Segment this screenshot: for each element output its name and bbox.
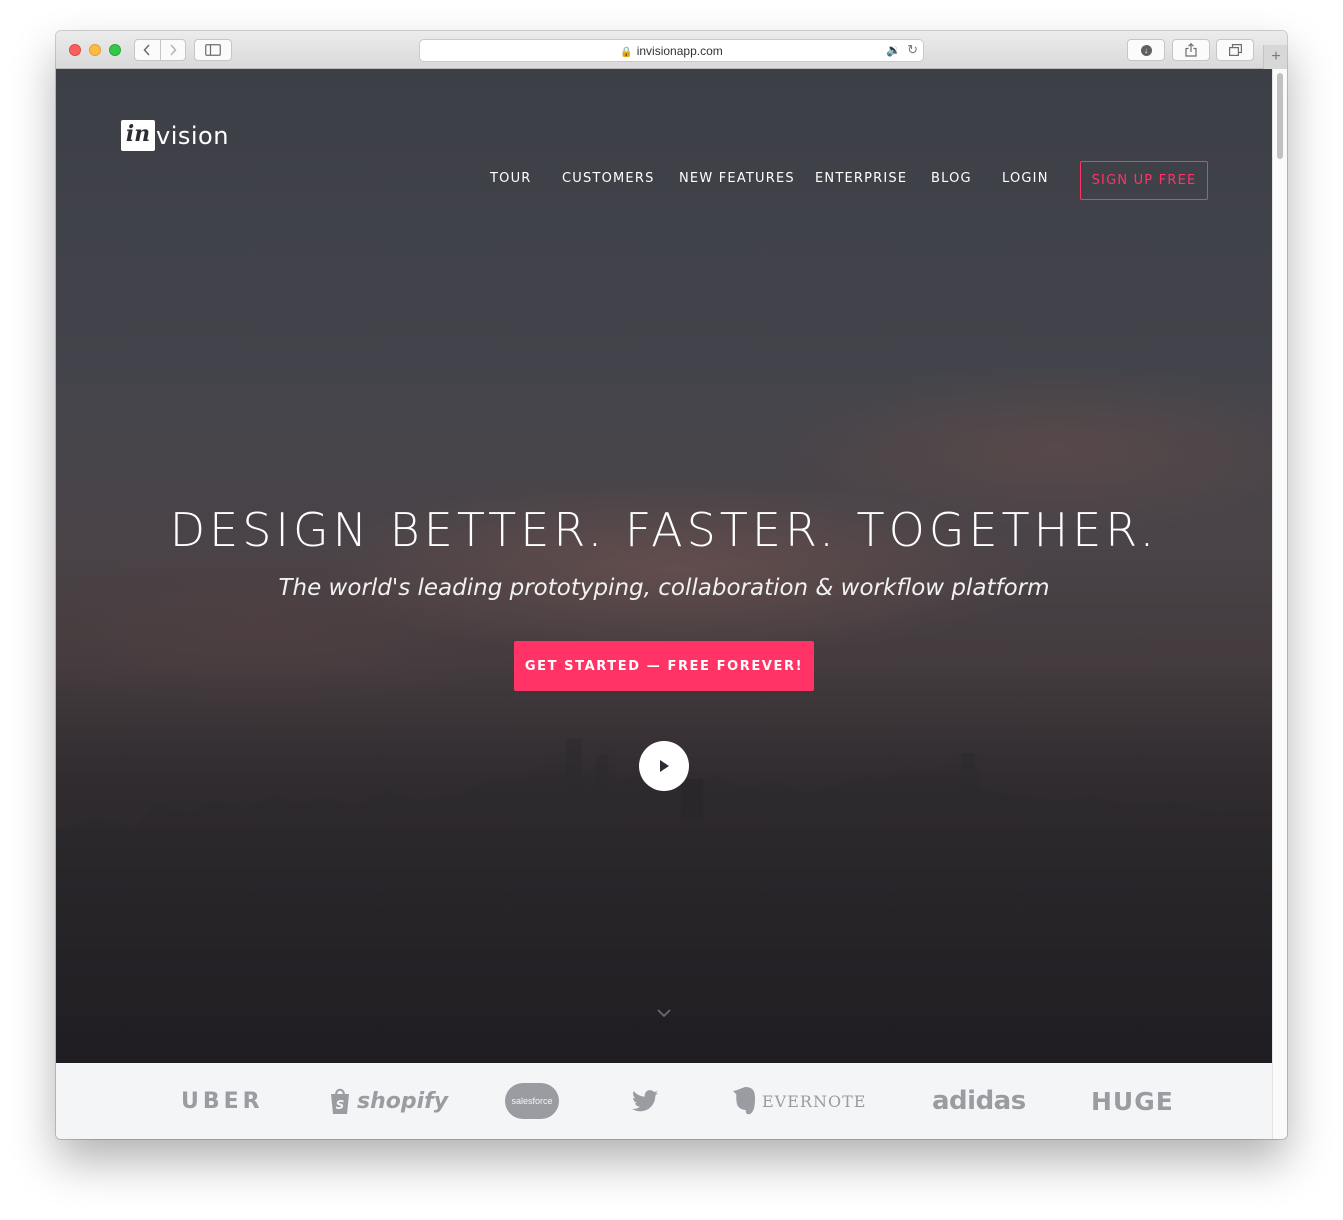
url-display: 🔒 invisionapp.com xyxy=(420,44,923,58)
play-video-button[interactable] xyxy=(639,741,689,791)
reload-icon[interactable]: ↻ xyxy=(907,42,918,58)
browser-toolbar: 🔒 invisionapp.com 🔉 ↻ ↓ + xyxy=(56,31,1287,69)
share-icon xyxy=(1185,43,1197,57)
chevron-down-icon[interactable] xyxy=(655,1007,673,1019)
shopify-wordmark: shopify xyxy=(357,1088,449,1114)
twitter-bird-icon xyxy=(632,1090,658,1112)
share-button[interactable] xyxy=(1172,39,1210,61)
browser-window: 🔒 invisionapp.com 🔉 ↻ ↓ + in vision TOUR… xyxy=(56,31,1287,1139)
address-bar[interactable]: 🔒 invisionapp.com 🔉 ↻ xyxy=(419,39,924,62)
nav-customers[interactable]: CUSTOMERS xyxy=(562,171,655,186)
downloads-button[interactable]: ↓ xyxy=(1127,39,1165,61)
tabs-icon xyxy=(1228,44,1242,56)
zoom-window-button[interactable] xyxy=(109,44,121,56)
logo-mark: in xyxy=(121,120,155,151)
shopify-bag-icon: S xyxy=(331,1088,349,1114)
uber-logo: UBER xyxy=(181,1088,264,1114)
hero-headline: DESIGN BETTER. FASTER. TOGETHER. xyxy=(169,503,1159,557)
evernote-wordmark: EVERNOTE xyxy=(762,1091,867,1111)
salesforce-logo: salesforce xyxy=(505,1063,559,1139)
salesforce-cloud: salesforce xyxy=(505,1083,559,1119)
sign-up-free-button[interactable]: SIGN UP FREE xyxy=(1080,161,1208,200)
huge-logo: HUGE xyxy=(1091,1086,1174,1116)
scrollbar-thumb[interactable] xyxy=(1277,73,1283,159)
adidas-logo: adidas xyxy=(932,1086,1026,1116)
nav-enterprise[interactable]: ENTERPRISE xyxy=(815,171,907,186)
shopify-logo: S shopify xyxy=(328,1063,448,1139)
url-text: invisionapp.com xyxy=(636,44,723,58)
hero-section: in vision TOUR CUSTOMERS NEW FEATURES EN… xyxy=(56,69,1272,1063)
logo-wordmark: vision xyxy=(156,121,229,150)
invision-logo[interactable]: in vision xyxy=(121,120,229,151)
nav-login[interactable]: LOGIN xyxy=(1002,171,1049,186)
hero-subheadline: The world's leading prototyping, collabo… xyxy=(278,575,1050,601)
nav-new-features[interactable]: NEW FEATURES xyxy=(679,171,795,186)
download-icon: ↓ xyxy=(1140,44,1152,56)
close-window-button[interactable] xyxy=(69,44,81,56)
new-tab-button[interactable]: + xyxy=(1263,45,1287,69)
forward-icon[interactable] xyxy=(159,40,186,60)
svg-text:S: S xyxy=(336,1098,345,1112)
get-started-button[interactable]: GET STARTED — FREE FOREVER! xyxy=(514,641,814,691)
audio-icon[interactable]: 🔉 xyxy=(886,43,901,57)
twitter-logo xyxy=(632,1063,658,1139)
lock-icon: 🔒 xyxy=(620,47,633,58)
nav-tour[interactable]: TOUR xyxy=(490,171,532,186)
minimize-window-button[interactable] xyxy=(89,44,101,56)
nav-blog[interactable]: BLOG xyxy=(931,171,972,186)
evernote-logo: EVERNOTE xyxy=(732,1063,866,1139)
sidebar-button[interactable] xyxy=(194,39,232,61)
sidebar-icon xyxy=(205,44,221,56)
back-icon[interactable] xyxy=(135,40,160,60)
play-icon xyxy=(660,760,669,772)
evernote-elephant-icon xyxy=(733,1087,755,1115)
web-page: in vision TOUR CUSTOMERS NEW FEATURES EN… xyxy=(56,69,1272,1139)
history-nav xyxy=(134,39,186,61)
page-scrollbar[interactable] xyxy=(1272,69,1287,1139)
tab-overview-button[interactable] xyxy=(1216,39,1254,61)
customer-logos-strip: UBER S shopify salesforce EVERNOTE adida… xyxy=(56,1063,1272,1139)
